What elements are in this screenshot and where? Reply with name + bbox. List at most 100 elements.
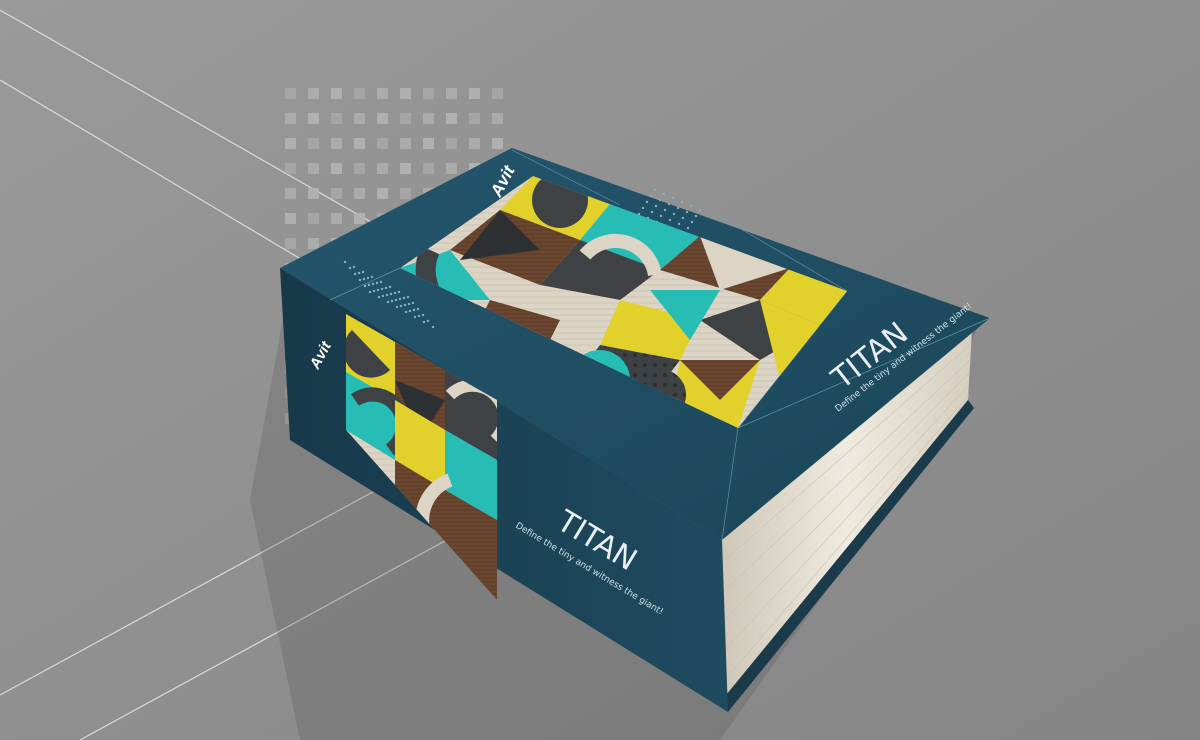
grid-square bbox=[492, 88, 503, 99]
grid-square bbox=[308, 88, 319, 99]
grid-square bbox=[354, 138, 365, 149]
cover-dot bbox=[650, 210, 654, 214]
cover-dot bbox=[672, 212, 676, 216]
grid-square bbox=[400, 88, 411, 99]
cover-dot bbox=[377, 295, 381, 299]
grid-square bbox=[469, 113, 480, 124]
grid-square bbox=[377, 88, 388, 99]
grid-square bbox=[377, 113, 388, 124]
grid-square bbox=[308, 188, 319, 199]
cover-dot bbox=[380, 287, 384, 291]
cover-dot bbox=[654, 204, 658, 208]
cover-dot bbox=[417, 314, 421, 318]
cover-dot bbox=[348, 266, 352, 270]
cover-dot bbox=[681, 216, 685, 220]
grid-square bbox=[285, 238, 296, 249]
cover-dot bbox=[671, 196, 675, 200]
cover-dot bbox=[680, 200, 684, 204]
grid-square bbox=[285, 113, 296, 124]
grid-square bbox=[285, 213, 296, 224]
cover-dot bbox=[353, 272, 357, 276]
cover-dot bbox=[685, 210, 689, 214]
grid-square bbox=[446, 88, 457, 99]
grid-square bbox=[331, 188, 342, 199]
grid-square bbox=[354, 188, 365, 199]
cover-dot bbox=[376, 288, 380, 292]
cover-dot bbox=[357, 271, 361, 275]
grid-square bbox=[377, 138, 388, 149]
cover-dot bbox=[403, 303, 407, 307]
cover-dot bbox=[393, 291, 397, 295]
cover-dot bbox=[397, 290, 401, 294]
grid-square bbox=[423, 163, 434, 174]
cover-dot bbox=[371, 282, 375, 286]
grid-square bbox=[308, 238, 319, 249]
cover-dot bbox=[641, 206, 645, 210]
cover-dot bbox=[386, 300, 390, 304]
grid-square bbox=[308, 138, 319, 149]
grid-square bbox=[400, 163, 411, 174]
grid-square bbox=[492, 113, 503, 124]
cover-dot bbox=[422, 320, 426, 324]
cover-dot bbox=[379, 280, 383, 284]
cover-dot bbox=[358, 278, 362, 282]
cover-dot bbox=[399, 304, 403, 308]
grid-square bbox=[400, 113, 411, 124]
grid-square bbox=[400, 188, 411, 199]
cover-dot bbox=[690, 220, 694, 224]
cover-dot bbox=[361, 270, 365, 274]
cover-dot bbox=[404, 310, 408, 314]
cover-dot bbox=[421, 313, 425, 317]
grid-square bbox=[285, 188, 296, 199]
cover-dot bbox=[667, 202, 671, 206]
grid-square bbox=[285, 138, 296, 149]
grid-square bbox=[354, 113, 365, 124]
grid-square bbox=[446, 113, 457, 124]
cover-dot bbox=[343, 260, 347, 264]
cover-dot bbox=[385, 293, 389, 297]
cover-dot bbox=[426, 319, 430, 323]
cover-dot bbox=[395, 305, 399, 309]
cover-dot bbox=[352, 265, 356, 269]
cover-dot bbox=[390, 299, 394, 303]
cover-dot bbox=[677, 222, 681, 226]
cover-dot bbox=[653, 188, 657, 192]
cover-dot bbox=[658, 198, 662, 202]
grid-square bbox=[492, 138, 503, 149]
cover-dot bbox=[649, 194, 653, 198]
grid-square bbox=[308, 113, 319, 124]
cover-dot bbox=[389, 292, 393, 296]
cover-dot bbox=[689, 204, 693, 208]
grid-square bbox=[423, 138, 434, 149]
grid-square bbox=[377, 163, 388, 174]
cover-dot bbox=[431, 325, 435, 329]
grid-square bbox=[400, 138, 411, 149]
cover-dot bbox=[366, 276, 370, 280]
cover-dot bbox=[362, 277, 366, 281]
cover-dot bbox=[372, 289, 376, 293]
grid-square bbox=[423, 113, 434, 124]
grid-square bbox=[331, 213, 342, 224]
grid-square bbox=[469, 138, 480, 149]
cover-dot bbox=[384, 286, 388, 290]
cover-dot bbox=[698, 208, 702, 212]
cover-dot bbox=[367, 283, 371, 287]
book-mockup-scene: Avit TITAN Define the tiny and witness t… bbox=[0, 0, 1200, 740]
cover-dot bbox=[411, 301, 415, 305]
cover-dot bbox=[413, 315, 417, 319]
cover-dot bbox=[375, 281, 379, 285]
grid-square bbox=[423, 88, 434, 99]
cover-dot bbox=[402, 296, 406, 300]
cover-dot bbox=[686, 226, 690, 230]
grid-square bbox=[331, 163, 342, 174]
cover-dot bbox=[407, 302, 411, 306]
grid-square bbox=[354, 213, 365, 224]
grid-square bbox=[446, 163, 457, 174]
grid-square bbox=[285, 163, 296, 174]
cover-dot bbox=[381, 294, 385, 298]
cover-dot bbox=[408, 309, 412, 313]
cover-dot bbox=[363, 284, 367, 288]
grid-square bbox=[354, 88, 365, 99]
cover-dot bbox=[394, 298, 398, 302]
grid-square bbox=[331, 88, 342, 99]
